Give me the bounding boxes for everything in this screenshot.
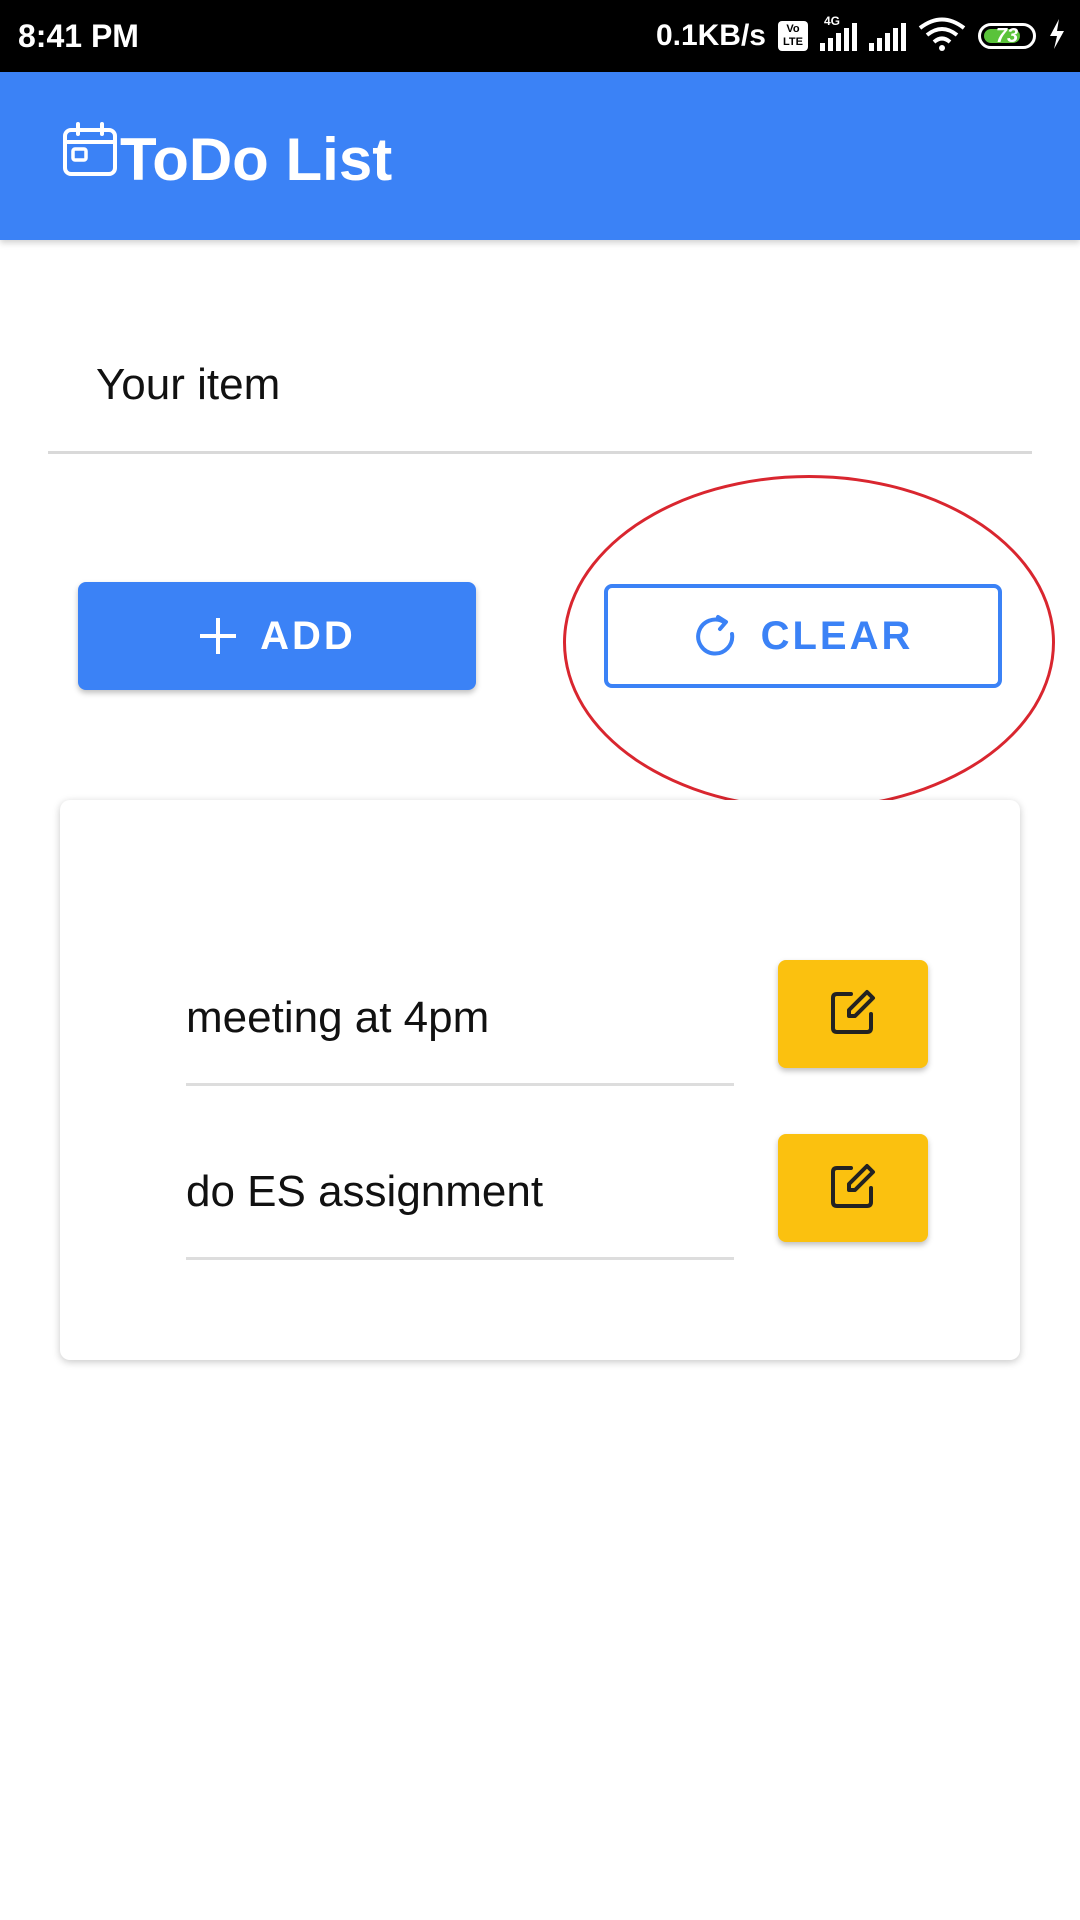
status-time: 8:41 PM [18, 18, 139, 54]
calendar-icon [62, 122, 118, 178]
screen: 8:41 PM 0.1KB/s Vo LTE 4G 73 ToDo List Y… [0, 0, 1080, 1920]
battery-icon: 73 [978, 23, 1036, 49]
edit-button[interactable] [778, 1134, 928, 1242]
edit-icon [827, 1160, 879, 1217]
refresh-icon [693, 613, 739, 659]
edit-button[interactable] [778, 960, 928, 1068]
app-title: ToDo List [120, 126, 393, 193]
charging-icon [1048, 18, 1066, 54]
battery-level: 73 [995, 25, 1019, 47]
wifi-icon [918, 17, 966, 56]
signal-4g-icon: 4G [820, 15, 857, 51]
clear-button-label: CLEAR [760, 613, 914, 658]
item-input[interactable] [48, 318, 1032, 454]
plus-icon [198, 616, 238, 656]
network-type-label: 4G [824, 14, 841, 28]
app-bar: ToDo List [0, 72, 1080, 240]
edit-icon [827, 986, 879, 1043]
todo-item-text[interactable]: do ES assignment [186, 1152, 734, 1260]
todo-card: meeting at 4pm do ES assignment [60, 800, 1020, 1360]
volte-bottom-label: LTE [783, 36, 803, 48]
todo-item-text[interactable]: meeting at 4pm [186, 978, 734, 1086]
add-button[interactable]: ADD [78, 582, 476, 690]
volte-top-label: Vo [786, 23, 800, 35]
signal-icon [869, 21, 906, 51]
todo-item: do ES assignment [186, 1134, 986, 1264]
volte-icon: Vo LTE [778, 21, 808, 51]
network-speed: 0.1KB/s [655, 19, 766, 52]
status-icons: 0.1KB/s Vo LTE 4G 73 [656, 14, 1066, 58]
clear-button[interactable]: CLEAR [604, 584, 1002, 688]
add-button-label: ADD [260, 613, 356, 658]
status-bar: 8:41 PM 0.1KB/s Vo LTE 4G 73 [0, 0, 1080, 72]
todo-item: meeting at 4pm [186, 960, 986, 1090]
